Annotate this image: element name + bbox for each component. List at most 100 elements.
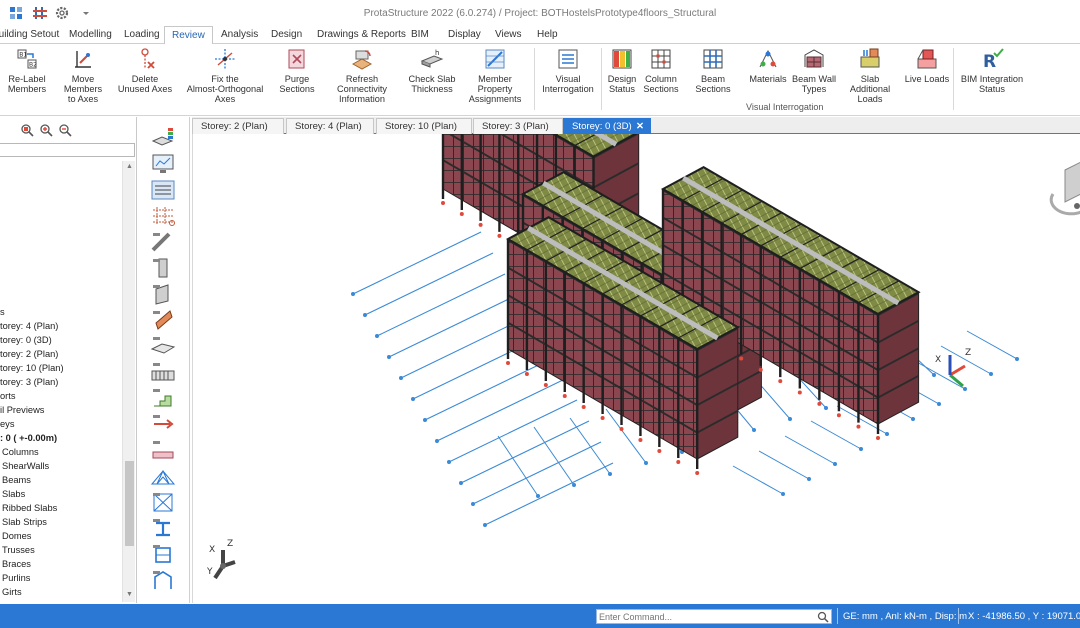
doc-tab-storey-10[interactable]: Storey: 10 (Plan) [376, 118, 472, 134]
doc-tab-storey-3[interactable]: Storey: 3 (Plan) [473, 118, 563, 134]
brace-icon[interactable] [150, 491, 176, 513]
tree-item-ribbed-slabs[interactable]: Ribbed Slabs [0, 501, 57, 515]
beam-sections-button[interactable]: Beam Sections [684, 47, 742, 94]
scrollbar-thumb[interactable] [125, 461, 134, 546]
scroll-up-icon[interactable]: ▲ [126, 163, 133, 170]
zoom-in-icon[interactable] [39, 123, 53, 137]
doc-tab-storey-0-3d[interactable]: Storey: 0 (3D) ✕ [563, 118, 651, 134]
purge-sections-button[interactable]: Purge Sections [276, 47, 318, 94]
list-view-icon[interactable] [150, 179, 176, 201]
support-node [797, 390, 802, 395]
view-cube-icon[interactable] [1049, 161, 1080, 216]
materials-button[interactable]: Materials [748, 47, 788, 84]
tree-item-trusses[interactable]: Trusses [0, 543, 35, 557]
beam-member-icon[interactable] [150, 231, 176, 253]
slab-member-icon[interactable] [150, 335, 176, 357]
member-property-assignments-button[interactable]: Member Property Assignments [460, 47, 530, 104]
truss-icon[interactable] [150, 465, 176, 487]
scroll-down-icon[interactable]: ▼ [126, 591, 133, 598]
design-status-button[interactable]: Design Status [604, 47, 640, 94]
live-loads-button[interactable]: Live Loads [904, 47, 950, 84]
load-arrow-icon[interactable] [150, 413, 176, 435]
check-slab-thickness-button[interactable]: h Check Slab Thickness [407, 47, 457, 94]
tree-item-storey-10[interactable]: torey: 10 (Plan) [0, 361, 64, 375]
doc-tab-storey-4[interactable]: Storey: 4 (Plan) [286, 118, 374, 134]
tree-item-shearwalls[interactable]: ShearWalls [0, 459, 49, 473]
axis-bubble [423, 418, 427, 422]
axis-line [352, 231, 482, 295]
girt-icon[interactable] [150, 543, 176, 565]
tree-item-braces[interactable]: Braces [0, 557, 31, 571]
column-sections-button[interactable]: Column Sections [642, 47, 680, 94]
zoom-window-icon[interactable] [20, 123, 34, 137]
search-icon[interactable] [817, 611, 829, 623]
tab-analysis[interactable]: Analysis [221, 26, 258, 44]
support-node [562, 394, 567, 398]
tree-item-slab-strips[interactable]: Slab Strips [0, 515, 47, 529]
tree-item-storey-3[interactable]: torey: 3 (Plan) [0, 375, 58, 389]
tab-bim[interactable]: BIM [411, 26, 429, 44]
tree-item-purlins[interactable]: Purlins [0, 571, 30, 585]
structural-model-3d[interactable]: X Z X Z Y [193, 43, 1080, 603]
tab-building-setout[interactable]: Building Setout [0, 26, 59, 44]
tab-help[interactable]: Help [537, 26, 558, 44]
column-member-icon[interactable] [150, 257, 176, 279]
tree-item-reports[interactable]: orts [0, 389, 16, 403]
title-bar: ProtaStructure 2022 (6.0.274) / Project:… [0, 0, 1080, 26]
visual-interrogation-button[interactable]: Visual Interrogation [540, 47, 596, 94]
portal-frame-icon[interactable] [150, 569, 176, 591]
shearwall-member-icon[interactable] [150, 283, 176, 305]
axis-bubble [459, 481, 463, 485]
tree-search-input[interactable] [0, 143, 135, 157]
axis-bubble [351, 292, 355, 296]
tree-item-current-storey[interactable]: : 0 ( +-0.00m) [0, 431, 57, 445]
model-tree-panel: s torey: 4 (Plan) torey: 0 (3D) torey: 2… [0, 117, 137, 603]
axis-bubble [859, 447, 863, 451]
tab-loading[interactable]: Loading [124, 26, 160, 44]
beam-wall-types-button[interactable]: Beam Wall Types [790, 47, 838, 94]
ribbed-slab-icon[interactable] [150, 361, 176, 383]
tab-display[interactable]: Display [448, 26, 481, 44]
tree-item-storey-4[interactable]: torey: 4 (Plan) [0, 319, 58, 333]
axis-line [484, 462, 614, 526]
tree-item-slabs[interactable]: Slabs [0, 487, 25, 501]
purlin-icon[interactable] [150, 517, 176, 539]
tree-item-detail-previews[interactable]: il Previews [0, 403, 44, 417]
tree-item-storeys[interactable]: eys [0, 417, 14, 431]
axes-grid-icon[interactable] [150, 205, 176, 227]
tab-design[interactable]: Design [271, 26, 302, 44]
foundation-beam-icon[interactable] [150, 439, 176, 461]
storey-levels-icon[interactable] [150, 125, 176, 147]
tab-review[interactable]: Review [164, 26, 213, 45]
stair-icon[interactable] [150, 387, 176, 409]
doc-tab-storey-2[interactable]: Storey: 2 (Plan) [192, 118, 284, 134]
tab-views[interactable]: Views [495, 26, 522, 44]
command-box[interactable] [596, 609, 832, 624]
move-members-icon [75, 51, 91, 68]
tree-scrollbar[interactable]: ▲ ▼ [122, 161, 135, 602]
tree-item-storey-0-3d[interactable]: torey: 0 (3D) [0, 333, 52, 347]
tab-modelling[interactable]: Modelling [69, 26, 112, 44]
bim-integration-status-button[interactable]: R BIM Integration Status [958, 47, 1026, 94]
move-members-button[interactable]: Move Members to Axes [52, 47, 114, 104]
command-input[interactable] [599, 610, 813, 623]
tree-item-storey-2[interactable]: torey: 2 (Plan) [0, 347, 58, 361]
axis-line [436, 378, 566, 442]
tree-item-girts[interactable]: Girts [0, 585, 22, 599]
close-tab-icon[interactable]: ✕ [636, 119, 644, 134]
tree-item-domes[interactable]: Domes [0, 529, 31, 543]
delete-unused-axes-button[interactable]: Delete Unused Axes [117, 47, 173, 94]
support-node [619, 427, 624, 431]
tree-item-beams[interactable]: Beams [0, 473, 31, 487]
zoom-out-icon[interactable] [58, 123, 72, 137]
tree-item-columns[interactable]: Columns [0, 445, 39, 459]
tab-drawings-reports[interactable]: Drawings & Reports [317, 26, 406, 44]
fix-almost-orthogonal-axes-button[interactable]: Fix the Almost-Orthogonal Axes [176, 47, 274, 104]
3d-viewport[interactable]: X Z X Z Y [192, 43, 1080, 603]
monitor-icon[interactable] [150, 153, 176, 175]
brick-wall-icon[interactable] [150, 309, 176, 331]
refresh-connectivity-button[interactable]: Refresh Connectivity Information [320, 47, 404, 104]
slab-additional-loads-button[interactable]: Slab Additional Loads [840, 47, 900, 104]
tree-item[interactable]: s [0, 305, 5, 319]
relabel-members-button[interactable]: B1 B2 Re-Label Members [4, 47, 50, 94]
